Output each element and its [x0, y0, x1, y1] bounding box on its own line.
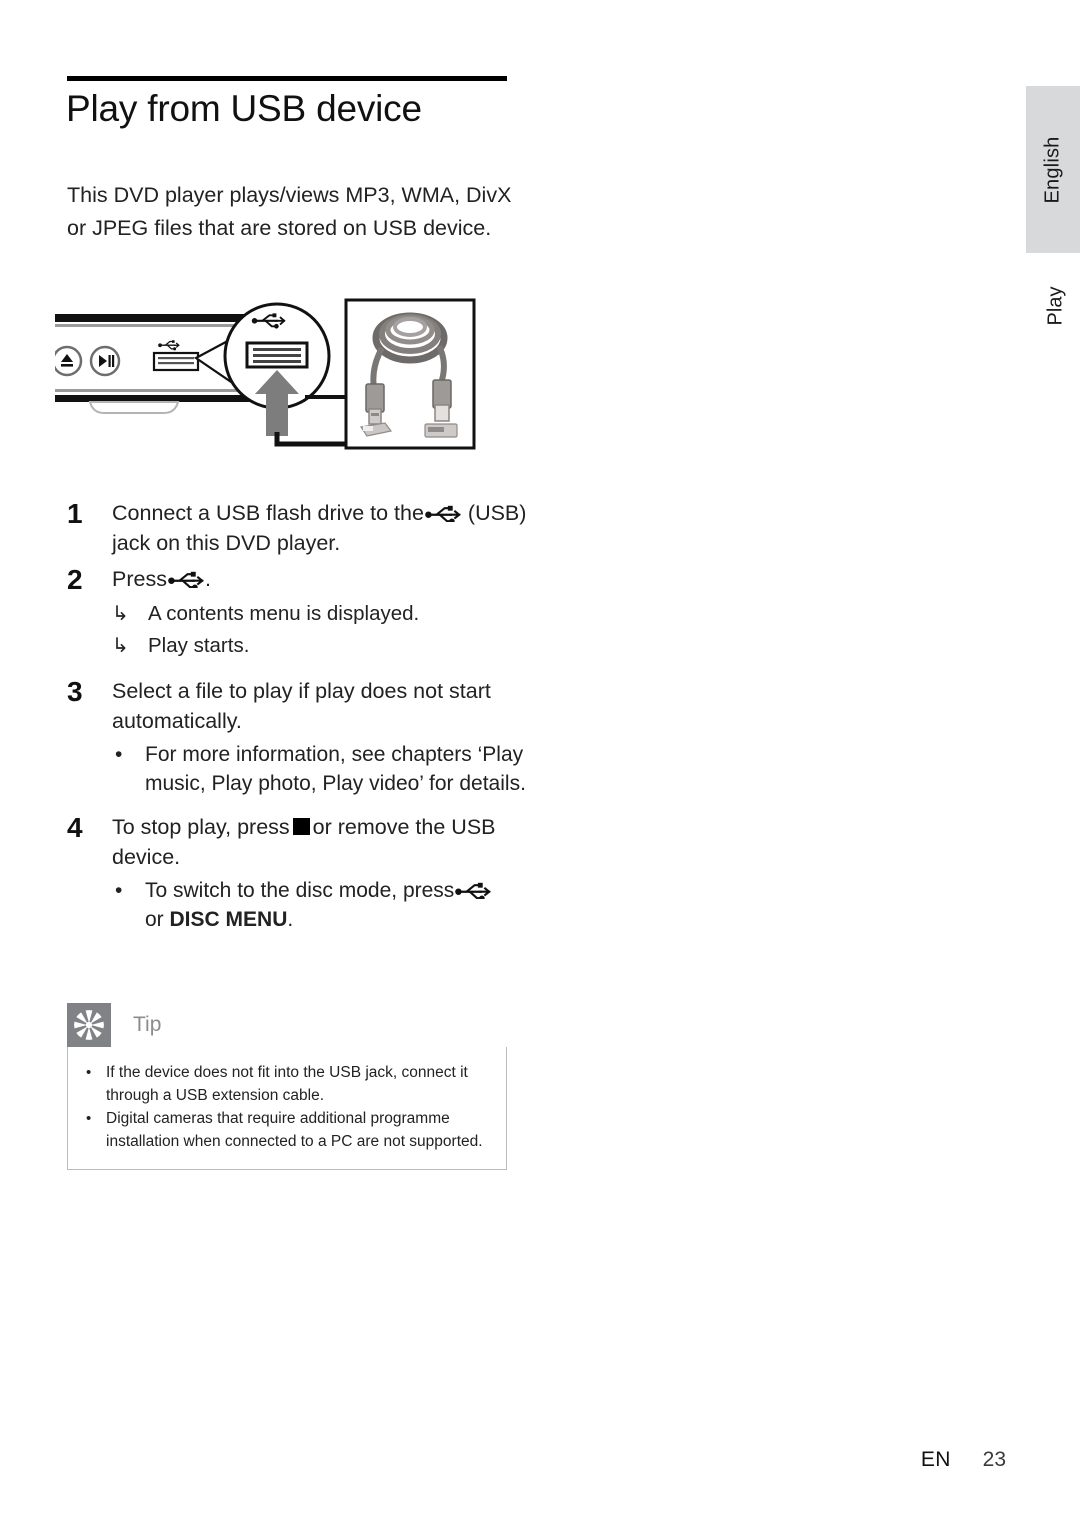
step-4: 4 To stop play, press or remove the USB d…	[67, 812, 537, 934]
tip-header: Tip	[67, 1003, 507, 1047]
stop-square-icon	[292, 818, 310, 835]
footer-page-number: 23	[982, 1448, 1006, 1471]
step-3-notes: • For more information, see chapters ‘Pl…	[112, 740, 537, 798]
list-item-text: For more information, see chapters ‘Play…	[145, 743, 526, 795]
step-text: Connect a USB flash drive to the (USB) j…	[112, 498, 537, 558]
tip-box: Tip • If the device does not fit into th…	[67, 1003, 507, 1170]
footer-language-code: EN	[920, 1448, 951, 1471]
usb-trident-icon	[455, 878, 492, 901]
list-item-text: To switch to the disc mode, press or DIS…	[145, 876, 537, 934]
substep-text: Play starts.	[148, 634, 250, 657]
step-number: 1	[67, 498, 83, 529]
list-item: • To switch to the disc mode, press or D…	[112, 876, 537, 934]
bullet-icon: •	[115, 743, 123, 766]
step-2: 2 Press. ↳ A contents menu is displayed.…	[67, 564, 537, 662]
step-text-before: Press	[112, 567, 167, 591]
usb-extension-cable-photo	[344, 298, 476, 450]
intro-paragraph: This DVD player plays/views MP3, WMA, Di…	[67, 182, 512, 240]
tip-list-item: • If the device does not fit into the US…	[78, 1061, 490, 1107]
usb-port	[152, 351, 200, 372]
substep-text: A contents menu is displayed.	[148, 602, 420, 625]
bullet-icon: •	[86, 1110, 92, 1127]
step-3: 3 Select a file to play if play does not…	[67, 676, 537, 798]
note-text-after: .	[287, 908, 294, 931]
step-text: Select a file to play if play does not s…	[112, 676, 537, 798]
bullet-icon: •	[86, 1064, 92, 1081]
step-text-before: Connect a USB flash drive to the	[112, 501, 424, 525]
note-text-mid: or	[145, 908, 170, 931]
usb-trident-icon	[425, 500, 461, 524]
step-text-before: To stop play, press	[112, 815, 290, 839]
step-4-notes: • To switch to the disc mode, press or D…	[112, 876, 537, 934]
tip-body: • If the device does not fit into the US…	[67, 1047, 507, 1170]
tip-list-item: • Digital cameras that require additiona…	[78, 1107, 490, 1153]
section-tab-label: Play	[1036, 276, 1076, 336]
note-text-before: To switch to the disc mode, press	[145, 879, 455, 902]
arrow-marker-icon: ↳	[112, 603, 129, 625]
language-tab-label: English	[1041, 136, 1064, 203]
substep: ↳ A contents menu is displayed.	[112, 598, 537, 630]
arrow-marker-icon: ↳	[112, 635, 129, 657]
step-text: Press. ↳ A contents menu is displayed. ↳…	[112, 564, 537, 662]
step-number: 4	[67, 812, 83, 843]
asterisk-icon	[67, 1003, 111, 1047]
substep: ↳ Play starts.	[112, 630, 537, 662]
step-text-after: .	[204, 567, 211, 591]
tip-label: Tip	[133, 1013, 162, 1036]
step-2-results: ↳ A contents menu is displayed. ↳ Play s…	[112, 598, 537, 662]
disc-menu-key: DISC MENU	[169, 908, 288, 931]
section-tab-text: Play	[1044, 286, 1067, 326]
step-number: 3	[67, 676, 83, 707]
step-text: To stop play, press or remove the USB dev…	[112, 812, 537, 934]
tip-item-text: Digital cameras that require additional …	[106, 1110, 483, 1150]
step-number: 2	[67, 564, 83, 595]
bullet-icon: •	[115, 879, 123, 902]
page-footer: EN 23	[0, 1448, 1080, 1472]
step-1: 1 Connect a USB flash drive to the (USB)…	[67, 498, 537, 558]
usb-trident-icon	[168, 566, 204, 590]
step-text-before: Select a file to play if play does not s…	[112, 679, 491, 733]
steps-list: 1 Connect a USB flash drive to the (USB)…	[67, 498, 537, 940]
usb-connection-diagram	[51, 296, 485, 456]
list-item: • For more information, see chapters ‘Pl…	[112, 740, 537, 798]
language-tab: English	[1026, 86, 1080, 253]
title-rule	[67, 76, 507, 81]
page-title: Play from USB device	[66, 88, 422, 129]
tip-item-text: If the device does not fit into the USB …	[106, 1064, 468, 1104]
